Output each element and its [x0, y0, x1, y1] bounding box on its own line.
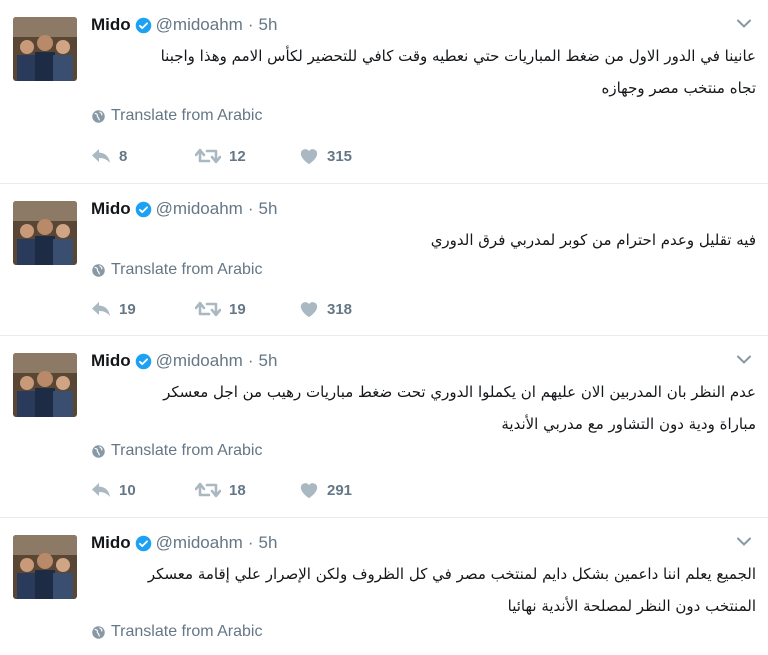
retweet-icon: [195, 482, 221, 498]
tweet-actions: 19 19 318: [91, 300, 409, 318]
like-button[interactable]: 291: [299, 481, 409, 499]
reply-count: 19: [119, 300, 136, 318]
display-name[interactable]: Mido: [91, 15, 131, 35]
separator: ·: [247, 533, 254, 552]
tweet-header: Mido @midoahm · 5h: [91, 349, 277, 373]
display-name[interactable]: Mido: [91, 351, 131, 371]
heart-icon: [300, 483, 318, 499]
separator: ·: [247, 199, 254, 218]
tweet-item[interactable]: Mido @midoahm · 5h عانينا في الدور الاول…: [0, 0, 768, 184]
verified-badge-icon: [135, 201, 152, 218]
globe-icon: [92, 263, 105, 277]
timestamp[interactable]: 5h: [259, 351, 278, 371]
tweet-text: عدم النظر بان المدربين الان عليهم ان يكم…: [91, 376, 756, 440]
like-button[interactable]: 318: [299, 300, 409, 318]
avatar[interactable]: [13, 17, 77, 81]
avatar[interactable]: [13, 353, 77, 417]
retweet-count: 18: [229, 481, 246, 499]
tweet-header: Mido @midoahm · 5h: [91, 197, 277, 221]
tweet-item[interactable]: Mido @midoahm · 5h الجميع يعلم اننا داعم…: [0, 518, 768, 655]
timestamp[interactable]: 5h: [259, 15, 278, 35]
tweet-text-line: عدم النظر بان المدربين الان عليهم ان يكم…: [163, 383, 756, 401]
tweet-text-line: المنتخب دون النظر لمصلحة الأندية نهائيا: [507, 597, 756, 615]
reply-icon: [92, 302, 110, 316]
avatar[interactable]: [13, 201, 77, 265]
tweet-header: Mido @midoahm · 5h: [91, 531, 277, 555]
tweet-actions: 10 18 291: [91, 481, 409, 499]
timestamp[interactable]: 5h: [259, 533, 278, 553]
translate-label: Translate from Arabic: [111, 261, 263, 278]
reply-button[interactable]: 19: [91, 301, 195, 318]
tweet-header: Mido @midoahm · 5h: [91, 13, 277, 37]
translate-link[interactable]: Translate from Arabic: [91, 107, 262, 125]
like-count: 291: [327, 481, 353, 499]
globe-icon: [92, 444, 105, 458]
translate-link[interactable]: Translate from Arabic: [91, 442, 262, 460]
chevron-down-icon[interactable]: [735, 16, 753, 30]
tweet-item[interactable]: Mido @midoahm · 5h عدم النظر بان المدربي…: [0, 336, 768, 518]
tweet-text-line: الجميع يعلم اننا داعمين بشكل دايم لمنتخب…: [147, 565, 756, 583]
verified-badge-icon: [135, 353, 152, 370]
display-name[interactable]: Mido: [91, 199, 131, 219]
reply-button[interactable]: 8: [91, 148, 195, 165]
verified-badge-icon: [135, 17, 152, 34]
reply-button[interactable]: 10: [91, 482, 195, 499]
tweet-actions: 8 12 315: [91, 147, 409, 165]
globe-icon: [92, 109, 105, 123]
heart-icon: [300, 302, 318, 318]
display-name[interactable]: Mido: [91, 533, 131, 553]
reply-icon: [92, 483, 110, 497]
chevron-down-icon[interactable]: [735, 534, 753, 548]
tweet-text-line: تجاه منتخب مصر وجهازه: [601, 79, 756, 97]
chevron-down-icon[interactable]: [735, 352, 753, 366]
translate-label: Translate from Arabic: [111, 623, 263, 640]
retweet-icon: [195, 301, 221, 317]
username[interactable]: @midoahm: [156, 15, 243, 35]
like-button[interactable]: 315: [299, 147, 409, 165]
reply-count: 8: [119, 147, 128, 165]
timestamp[interactable]: 5h: [259, 199, 278, 219]
like-count: 315: [327, 147, 353, 165]
separator: ·: [247, 15, 254, 34]
username[interactable]: @midoahm: [156, 533, 243, 553]
tweet-item[interactable]: Mido @midoahm · 5h فيه تقليل وعدم احترام…: [0, 184, 768, 336]
tweet-text-line: مباراة ودية دون التشاور مع مدربي الأندية: [501, 415, 756, 433]
retweet-button[interactable]: 19: [195, 300, 299, 318]
tweet-text: الجميع يعلم اننا داعمين بشكل دايم لمنتخب…: [91, 558, 756, 622]
retweet-count: 12: [229, 147, 246, 165]
tweet-text-line: عانينا في الدور الاول من ضغط المباريات ح…: [160, 47, 756, 65]
translate-label: Translate from Arabic: [111, 442, 263, 459]
retweet-button[interactable]: 12: [195, 147, 299, 165]
retweet-button[interactable]: 18: [195, 481, 299, 499]
tweet-text-line: فيه تقليل وعدم احترام من كوبر لمدربي فرق…: [430, 231, 756, 249]
globe-icon: [92, 625, 105, 639]
heart-icon: [300, 149, 318, 165]
avatar[interactable]: [13, 535, 77, 599]
tweet-text: عانينا في الدور الاول من ضغط المباريات ح…: [91, 40, 756, 104]
like-count: 318: [327, 300, 353, 318]
reply-count: 10: [119, 481, 136, 499]
username[interactable]: @midoahm: [156, 351, 243, 371]
username[interactable]: @midoahm: [156, 199, 243, 219]
retweet-icon: [195, 148, 221, 164]
tweet-feed: Mido @midoahm · 5h عانينا في الدور الاول…: [0, 0, 768, 655]
reply-icon: [92, 149, 110, 163]
tweet-text: فيه تقليل وعدم احترام من كوبر لمدربي فرق…: [91, 224, 756, 256]
translate-link[interactable]: Translate from Arabic: [91, 261, 262, 279]
retweet-count: 19: [229, 300, 246, 318]
translate-label: Translate from Arabic: [111, 107, 263, 124]
separator: ·: [247, 351, 254, 370]
verified-badge-icon: [135, 535, 152, 552]
translate-link[interactable]: Translate from Arabic: [91, 623, 262, 641]
